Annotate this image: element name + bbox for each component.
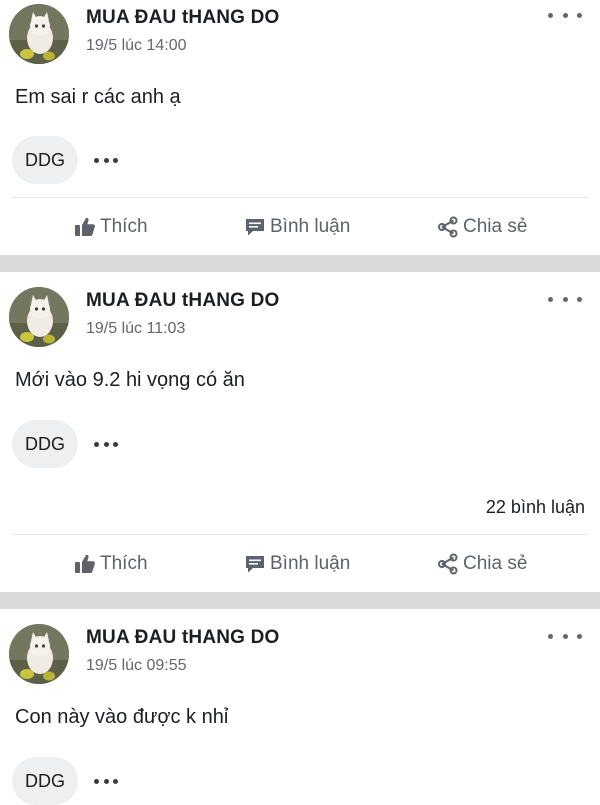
post-text: Con này vào được k nhỉ [15, 706, 229, 728]
thumbs-up-icon [74, 217, 96, 237]
share-button[interactable]: Chia sẻ [437, 212, 527, 242]
divider [12, 534, 588, 535]
tag-chip[interactable]: DDG [12, 136, 78, 184]
post-timestamp[interactable]: 19/5 lúc 14:00 [86, 37, 187, 55]
post-separator [0, 255, 600, 272]
author-name[interactable]: MUA ĐAU tHANG DO [86, 627, 280, 649]
post-text: Em sai r các anh ạ [15, 86, 181, 108]
tag-more-icon[interactable] [94, 156, 118, 164]
avatar[interactable] [9, 287, 69, 347]
share-button[interactable]: Chia sẻ [437, 549, 527, 579]
like-button[interactable]: Thích [74, 549, 148, 579]
share-label: Chia sẻ [463, 553, 528, 574]
comment-icon [244, 217, 266, 237]
like-button[interactable]: Thích [74, 212, 148, 242]
comment-icon [244, 554, 266, 574]
share-icon [437, 216, 459, 238]
like-label: Thích [100, 553, 148, 574]
comment-count[interactable]: 22 bình luận [486, 497, 585, 518]
author-name[interactable]: MUA ĐAU tHANG DO [86, 7, 280, 29]
more-options-icon[interactable] [548, 8, 582, 22]
comment-button[interactable]: Bình luận [244, 549, 350, 579]
author-name[interactable]: MUA ĐAU tHANG DO [86, 290, 280, 312]
more-options-icon[interactable] [548, 629, 582, 643]
post-card: MUA ĐAU tHANG DO 19/5 lúc 11:03 Mới vào … [0, 272, 600, 592]
avatar[interactable] [9, 4, 69, 64]
share-icon [437, 553, 459, 575]
post-timestamp[interactable]: 19/5 lúc 11:03 [86, 320, 185, 338]
post-text: Mới vào 9.2 hi vọng có ăn [15, 369, 245, 391]
tag-chip[interactable]: DDG [12, 420, 78, 468]
post-timestamp[interactable]: 19/5 lúc 09:55 [86, 657, 187, 675]
more-options-icon[interactable] [548, 292, 582, 306]
like-label: Thích [100, 216, 148, 237]
post-card: MUA ĐAU tHANG DO 19/5 lúc 14:00 Em sai r… [0, 0, 600, 255]
post-separator [0, 592, 600, 609]
comment-button[interactable]: Bình luận [244, 212, 350, 242]
tag-more-icon[interactable] [94, 777, 118, 785]
comment-label: Bình luận [270, 553, 351, 574]
tag-more-icon[interactable] [94, 440, 118, 448]
thumbs-up-icon [74, 554, 96, 574]
avatar[interactable] [9, 624, 69, 684]
share-label: Chia sẻ [463, 216, 528, 237]
comment-label: Bình luận [270, 216, 351, 237]
post-card: MUA ĐAU tHANG DO 19/5 lúc 09:55 Con này … [0, 609, 600, 805]
tag-chip[interactable]: DDG [12, 757, 78, 805]
divider [12, 197, 588, 198]
